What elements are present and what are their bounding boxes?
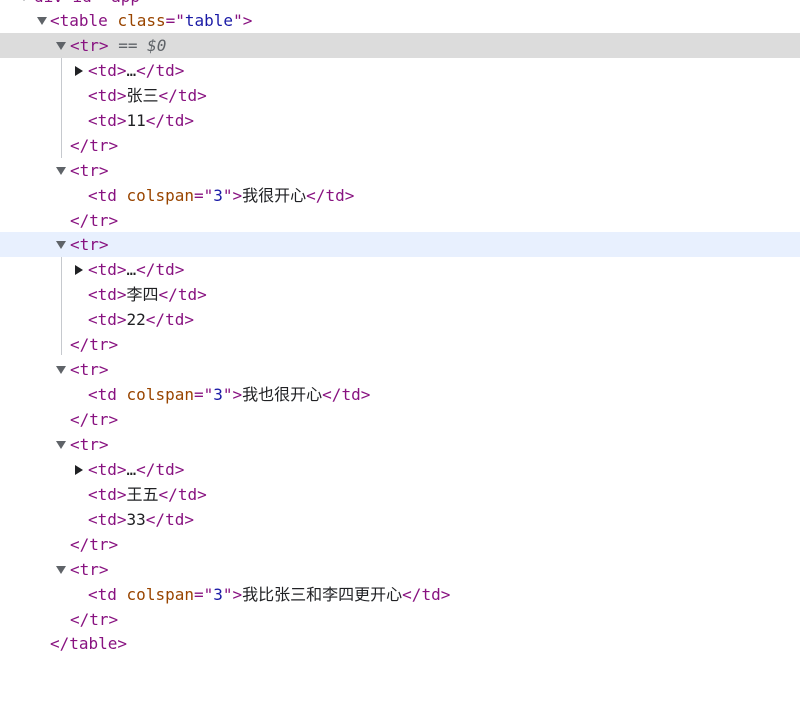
dom-node-td-colspan[interactable]: <td colspan="3">我很开心</td> (0, 183, 800, 208)
tr-open-tag: <tr> (70, 360, 109, 379)
tr-close-tag: </tr> (70, 136, 119, 155)
dom-node-tr-6[interactable]: <tr> (0, 557, 800, 582)
td-name-tag: <td>张三</td> (88, 86, 207, 105)
tr-open-tag: <tr> == $0 (70, 36, 167, 55)
dom-node-tr-close[interactable]: </tr> (0, 208, 800, 233)
td-age-tag: <td>33</td> (88, 510, 194, 529)
td-age-tag: <td>11</td> (88, 111, 194, 130)
dom-tree: div id="app" <table class="table"> <tr> … (0, 0, 800, 655)
dom-node-td-collapsed[interactable]: <td>…</td> (0, 257, 800, 282)
collapsed-triangle-icon[interactable] (73, 257, 85, 282)
dom-node-tr-5[interactable]: <tr> (0, 432, 800, 457)
dom-node-tr-1[interactable]: <tr> == $0 (0, 33, 800, 58)
dom-node-td-collapsed[interactable]: <td>…</td> (0, 457, 800, 482)
dom-node-tr-3[interactable]: <tr> (0, 232, 800, 257)
dom-node-tr-close[interactable]: </tr> (0, 407, 800, 432)
tr-close-tag: </tr> (70, 335, 119, 354)
expand-triangle-icon[interactable] (55, 232, 67, 257)
dom-node-tr-close[interactable]: </tr> (0, 133, 800, 158)
dom-node-tr-close[interactable]: </tr> (0, 332, 800, 357)
tr-close-tag: </tr> (70, 535, 119, 554)
td-collapsed-tag: <td>…</td> (88, 260, 185, 279)
dom-node-td-colspan[interactable]: <td colspan="3">我也很开心</td> (0, 382, 800, 407)
td-colspan-tag: <td colspan="3">我也很开心</td> (88, 385, 371, 404)
dom-node-table[interactable]: <table class="table"> (0, 8, 800, 33)
dom-node-td-age[interactable]: <td>33</td> (0, 507, 800, 532)
expand-triangle-icon[interactable] (55, 33, 67, 58)
tr-open-tag: <tr> (70, 435, 109, 454)
dom-node-tr-close[interactable]: </tr> (0, 607, 800, 632)
dom-node-td-colspan[interactable]: <td colspan="3">我比张三和李四更开心</td> (0, 582, 800, 607)
tr-open-tag: <tr> (70, 560, 109, 579)
selected-node-marker: == $0 (118, 36, 167, 55)
td-colspan-tag: <td colspan="3">我比张三和李四更开心</td> (88, 585, 451, 604)
td-collapsed-tag: <td>…</td> (88, 61, 185, 80)
td-colspan-tag: <td colspan="3">我很开心</td> (88, 186, 355, 205)
dom-node-tr-4[interactable]: <tr> (0, 357, 800, 382)
expand-triangle-icon[interactable] (55, 357, 67, 382)
expand-triangle-icon[interactable] (55, 432, 67, 457)
dom-node-td-name[interactable]: <td>李四</td> (0, 282, 800, 307)
dom-node-tr-close[interactable]: </tr> (0, 532, 800, 557)
dom-node-td-name[interactable]: <td>王五</td> (0, 482, 800, 507)
dom-node-table-close[interactable]: </table> (0, 631, 800, 656)
expand-triangle-icon[interactable] (36, 8, 48, 33)
tr-close-tag: </tr> (70, 211, 119, 230)
td-name-tag: <td>李四</td> (88, 285, 207, 304)
tr-close-tag: </tr> (70, 410, 119, 429)
collapsed-triangle-icon[interactable] (73, 457, 85, 482)
expand-triangle-icon[interactable] (55, 557, 67, 582)
collapsed-triangle-icon[interactable] (73, 58, 85, 83)
tr-open-tag: <tr> (70, 235, 109, 254)
table-open-tag: <table class="table"> (50, 11, 253, 30)
dom-node-tr-2[interactable]: <tr> (0, 158, 800, 183)
dom-node-td-collapsed[interactable]: <td>…</td> (0, 58, 800, 83)
td-collapsed-tag: <td>…</td> (88, 460, 185, 479)
dom-node-td-age[interactable]: <td>11</td> (0, 108, 800, 133)
dom-node-td-name[interactable]: <td>张三</td> (0, 83, 800, 108)
expand-triangle-icon[interactable] (55, 158, 67, 183)
tr-open-tag: <tr> (70, 161, 109, 180)
dom-node-td-age[interactable]: <td>22</td> (0, 307, 800, 332)
tr-close-tag: </tr> (70, 610, 119, 629)
table-close-tag: </table> (50, 634, 128, 653)
td-name-tag: <td>王五</td> (88, 485, 207, 504)
td-age-tag: <td>22</td> (88, 310, 194, 329)
